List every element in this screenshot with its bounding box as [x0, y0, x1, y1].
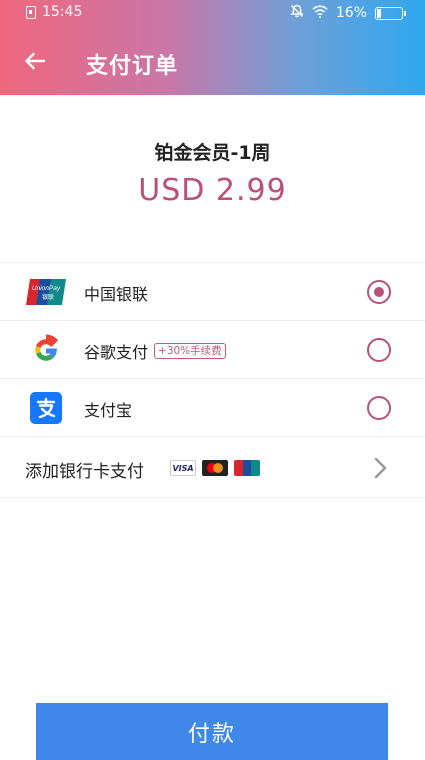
google-pay-radio[interactable] — [367, 338, 391, 362]
status-left: 15:45 — [26, 4, 82, 20]
payment-option-alipay[interactable]: 支付宝 — [0, 378, 425, 436]
page-title: 支付订单 — [86, 54, 179, 79]
svg-text:UnionPay: UnionPay — [32, 285, 61, 292]
svg-text:银联: 银联 — [42, 293, 54, 301]
payment-option-label: 中国银联 — [84, 281, 148, 305]
add-bank-card-row[interactable]: 添加银行卡支付 VISA — [0, 436, 425, 498]
notification-muted-icon — [290, 4, 304, 22]
payment-option-google-pay[interactable]: 谷歌支付 +30%手续费 — [0, 320, 425, 378]
wifi-icon — [312, 5, 328, 22]
card-logos: VISA — [170, 460, 260, 476]
payment-option-label: 谷歌支付 +30%手续费 — [84, 339, 226, 363]
status-time: 15:45 — [42, 4, 83, 20]
payment-option-label: 支付宝 — [84, 397, 132, 421]
chevron-right-icon — [374, 457, 387, 479]
battery-fill — [377, 8, 382, 18]
payment-method-list: UnionPay 银联 中国银联 谷歌支付 +30%手续费 支付宝 添加银行卡支… — [0, 262, 425, 498]
product-name: 铂金会员-1周 — [154, 142, 271, 164]
battery-percent: 16% — [335, 5, 367, 21]
unionpay-icon: UnionPay 银联 — [26, 274, 66, 310]
unionpay-icon — [234, 460, 260, 476]
status-bar: 15:45 16% — [0, 0, 425, 26]
add-bank-card-label: 添加银行卡支付 — [25, 462, 144, 482]
fee-badge: +30%手续费 — [154, 343, 226, 359]
sim-card-icon — [26, 5, 36, 19]
alipay-icon — [26, 390, 66, 426]
status-right: 16% — [290, 4, 406, 22]
alipay-label: 支付宝 — [84, 401, 133, 420]
header-background: 15:45 16% 支付订单 — [0, 0, 425, 95]
google-icon — [26, 332, 66, 368]
unionpay-radio[interactable] — [367, 280, 391, 304]
back-button[interactable] — [18, 44, 52, 78]
unionpay-label: 中国银联 — [84, 285, 149, 304]
alipay-radio[interactable] — [367, 396, 391, 420]
pay-button[interactable]: 付款 — [36, 703, 388, 760]
back-arrow-icon — [25, 52, 46, 70]
google-pay-label: 谷歌支付 — [84, 343, 149, 362]
payment-option-unionpay[interactable]: UnionPay 银联 中国银联 — [0, 262, 425, 320]
app-bar: 支付订单 — [0, 36, 425, 88]
battery-icon — [375, 6, 406, 20]
order-price: USD 2.99 — [138, 173, 287, 208]
visa-icon: VISA — [170, 460, 196, 476]
mastercard-icon — [202, 460, 228, 476]
